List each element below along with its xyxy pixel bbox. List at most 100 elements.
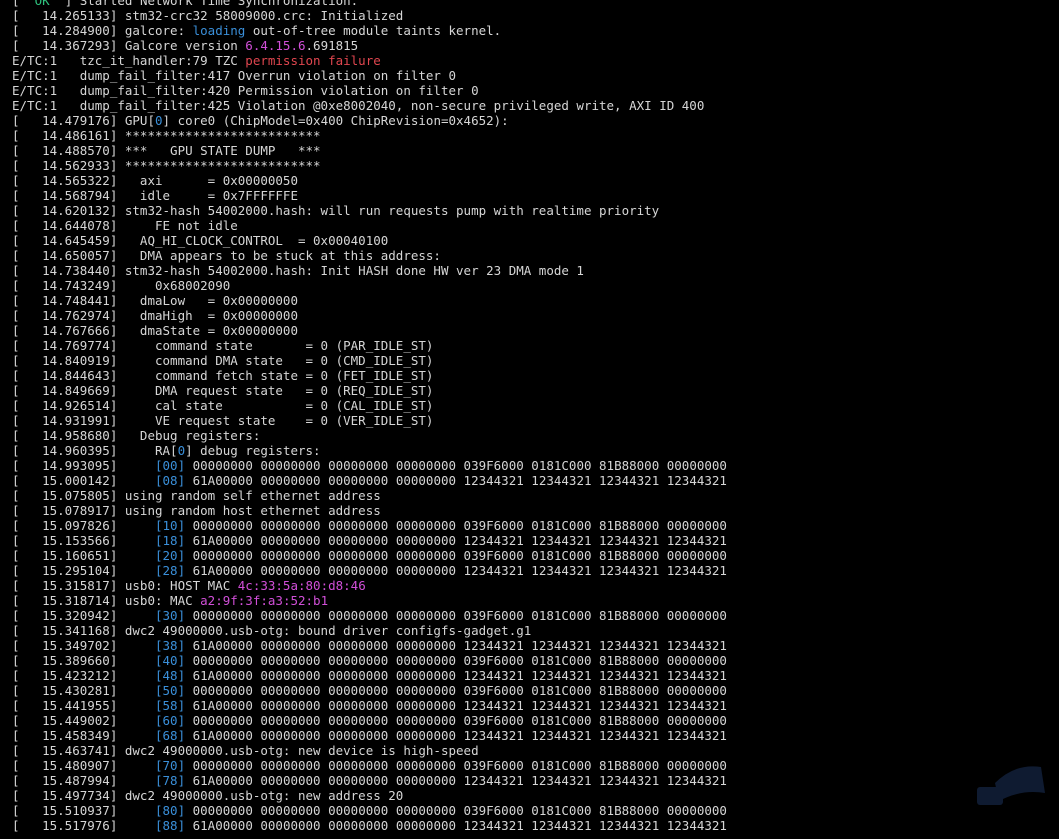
log-text: [ 14.479176] GPU[ [12, 113, 155, 128]
log-text: [ 15.449002] [12, 713, 155, 728]
log-text: 61A00000 00000000 00000000 00000000 1234… [185, 668, 727, 683]
log-line: [ 15.075805] using random self ethernet … [12, 488, 1059, 503]
log-line: [ 14.488570] *** GPU STATE DUMP *** [12, 143, 1059, 158]
log-text: [ 14.650057] DMA appears to be stuck at … [12, 248, 441, 263]
log-line: [ 15.341168] dwc2 49000000.usb-otg: boun… [12, 623, 1059, 638]
log-text: [ 15.497734] dwc2 49000000.usb-otg: new … [12, 788, 404, 803]
log-text: [ 14.562933] ************************** [12, 158, 321, 173]
log-highlight: [30] [155, 608, 186, 623]
log-text: E/TC:1 dump_fail_filter:425 Violation @0… [12, 98, 705, 113]
log-highlight: [68] [155, 728, 186, 743]
log-line: [ 14.562933] ************************** [12, 158, 1059, 173]
log-line: [ 14.486161] ************************** [12, 128, 1059, 143]
log-text: 61A00000 00000000 00000000 00000000 1234… [185, 728, 727, 743]
log-text: [ 15.463741] dwc2 49000000.usb-otg: new … [12, 743, 479, 758]
log-line: [ 14.769774] command state = 0 (PAR_IDLE… [12, 338, 1059, 353]
log-highlight: [08] [155, 473, 186, 488]
log-line: [ 14.931991] VE request state = 0 (VER_I… [12, 413, 1059, 428]
log-line: [ OK ] Started Network Time Synchronizat… [12, 0, 1059, 8]
log-text: [ 14.958680] Debug registers: [12, 428, 261, 443]
log-line: [ 15.000142] [08] 61A00000 00000000 0000… [12, 473, 1059, 488]
log-text: 00000000 00000000 00000000 00000000 039F… [185, 683, 727, 698]
log-text: [ 15.510937] [12, 803, 155, 818]
log-text: [ 15.318714] usb0: MAC [12, 593, 201, 608]
log-line: [ 15.463741] dwc2 49000000.usb-otg: new … [12, 743, 1059, 758]
log-highlight: 4c:33:5a:80:d8:46 [237, 578, 366, 593]
log-text: 61A00000 00000000 00000000 00000000 1234… [185, 473, 727, 488]
log-line: [ 15.441955] [58] 61A00000 00000000 0000… [12, 698, 1059, 713]
log-text: ] Started Network Time Synchronization. [49, 0, 359, 8]
log-highlight: [28] [155, 563, 186, 578]
log-highlight: [88] [155, 818, 186, 833]
log-text: [ 14.565322] axi = 0x00000050 [12, 173, 298, 188]
log-highlight: loading [192, 23, 246, 38]
log-line: [ 15.097826] [10] 00000000 00000000 0000… [12, 518, 1059, 533]
log-text: [ 15.000142] [12, 473, 155, 488]
log-text: [ 15.075805] using random self ethernet … [12, 488, 381, 503]
log-text: [ 15.295104] [12, 563, 155, 578]
log-line: E/TC:1 tzc_it_handler:79 TZC permission … [12, 53, 1059, 68]
log-text: [ 14.620132] stm32-hash 54002000.hash: w… [12, 203, 660, 218]
log-line: [ 15.430281] [50] 00000000 00000000 0000… [12, 683, 1059, 698]
log-line: E/TC:1 dump_fail_filter:420 Permission v… [12, 83, 1059, 98]
terminal-window[interactable]: [ OK ] Started Network Time Synchronizat… [0, 0, 1059, 839]
log-text: 00000000 00000000 00000000 00000000 039F… [185, 608, 727, 623]
log-text: [ 14.645459] AQ_HI_CLOCK_CONTROL = 0x000… [12, 233, 389, 248]
log-text: [ 15.320942] [12, 608, 155, 623]
log-line: [ 14.993095] [00] 00000000 00000000 0000… [12, 458, 1059, 473]
log-line: [ 15.160651] [20] 00000000 00000000 0000… [12, 548, 1059, 563]
log-highlight: permission failure [245, 53, 381, 68]
log-text: 00000000 00000000 00000000 00000000 039F… [185, 803, 727, 818]
log-text: ] debug registers: [185, 443, 321, 458]
log-line: [ 15.458349] [68] 61A00000 00000000 0000… [12, 728, 1059, 743]
log-line: [ 14.650057] DMA appears to be stuck at … [12, 248, 1059, 263]
log-text: out-of-tree module taints kernel. [245, 23, 502, 38]
log-text: [ 15.341168] dwc2 49000000.usb-otg: boun… [12, 623, 532, 638]
log-line: [ 14.645459] AQ_HI_CLOCK_CONTROL = 0x000… [12, 233, 1059, 248]
log-text: [ 14.265133] stm32-crc32 58009000.crc: I… [12, 8, 404, 23]
log-line: [ 14.762974] dmaHigh = 0x00000000 [12, 308, 1059, 323]
log-line: [ 14.767666] dmaState = 0x00000000 [12, 323, 1059, 338]
log-line: [ 15.078917] using random host ethernet … [12, 503, 1059, 518]
log-highlight: OK [34, 0, 50, 8]
log-line: [ 15.295104] [28] 61A00000 00000000 0000… [12, 563, 1059, 578]
log-highlight: [40] [155, 653, 186, 668]
log-highlight: a2:9f:3f:a3:52:b1 [200, 593, 329, 608]
log-text: E/TC:1 tzc_it_handler:79 TZC [12, 53, 246, 68]
log-text: [ 14.644078] FE not idle [12, 218, 238, 233]
log-text: [ 14.931991] VE request state = 0 (VER_I… [12, 413, 434, 428]
log-text: [ 14.284900] galcore: [12, 23, 193, 38]
log-line: [ 14.367293] Galcore version 6.4.15.6.69… [12, 38, 1059, 53]
log-line: [ 15.389660] [40] 00000000 00000000 0000… [12, 653, 1059, 668]
log-text: [ 14.367293] Galcore version [12, 38, 246, 53]
log-line: [ 15.480907] [70] 00000000 00000000 0000… [12, 758, 1059, 773]
log-highlight: [00] [155, 458, 186, 473]
log-text: [ 14.486161] ************************** [12, 128, 321, 143]
log-text: [ 14.844643] command fetch state = 0 (FE… [12, 368, 434, 383]
log-text: [ 14.767666] dmaState = 0x00000000 [12, 323, 298, 338]
log-text: 00000000 00000000 00000000 00000000 039F… [185, 653, 727, 668]
log-text: [ 14.840919] command DMA state = 0 (CMD_… [12, 353, 434, 368]
log-text: 00000000 00000000 00000000 00000000 039F… [185, 518, 727, 533]
log-line: [ 14.565322] axi = 0x00000050 [12, 173, 1059, 188]
log-text: [ 15.097826] [12, 518, 155, 533]
log-text: ] core0 (ChipModel=0x400 ChipRevision=0x… [162, 113, 509, 128]
log-text: E/TC:1 dump_fail_filter:420 Permission v… [12, 83, 479, 98]
log-line: [ 15.153566] [18] 61A00000 00000000 0000… [12, 533, 1059, 548]
log-text: [ 15.423212] [12, 668, 155, 683]
log-text: 61A00000 00000000 00000000 00000000 1234… [185, 818, 727, 833]
log-text: [ 15.389660] [12, 653, 155, 668]
log-highlight: [80] [155, 803, 186, 818]
log-line: [ 14.738440] stm32-hash 54002000.hash: I… [12, 263, 1059, 278]
log-line: [ 15.449002] [60] 00000000 00000000 0000… [12, 713, 1059, 728]
log-text: [ 14.738440] stm32-hash 54002000.hash: I… [12, 263, 584, 278]
log-line: [ 14.644078] FE not idle [12, 218, 1059, 233]
log-text: [ 15.480907] [12, 758, 155, 773]
kernel-log-output: [ OK ] Started Network Time Synchronizat… [12, 0, 1059, 833]
log-text: [ 15.078917] using random host ethernet … [12, 503, 381, 518]
log-line: [ 14.568794] idle = 0x7FFFFFFE [12, 188, 1059, 203]
log-text: [ 15.517976] [12, 818, 155, 833]
log-line: [ 14.620132] stm32-hash 54002000.hash: w… [12, 203, 1059, 218]
log-text: [ 14.769774] command state = 0 (PAR_IDLE… [12, 338, 434, 353]
log-text: 00000000 00000000 00000000 00000000 039F… [185, 713, 727, 728]
